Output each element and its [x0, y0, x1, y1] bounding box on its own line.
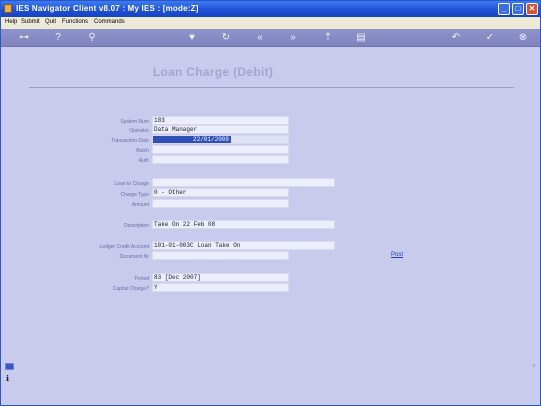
- page-title: Loan Charge (Debit): [152, 65, 274, 79]
- upload-icon[interactable]: ⇡: [321, 31, 335, 44]
- menu-quit[interactable]: Quit: [45, 19, 56, 25]
- minimize-icon: _: [501, 4, 507, 13]
- operator-field: Data Manager: [152, 125, 289, 134]
- description-input[interactable]: Take On 22 Feb 08: [152, 220, 335, 229]
- menu-bar: Help Submit Quit Functions Commands: [1, 17, 540, 29]
- form-area: Loan Charge (Debit) System Num 183 Opera…: [1, 47, 540, 405]
- title-bar: IES Navigator Client v8.07 : My IES : [m…: [1, 1, 540, 17]
- menu-help[interactable]: Help: [5, 19, 17, 25]
- info-icon[interactable]: ℹ: [6, 374, 9, 383]
- menu-submit[interactable]: Submit: [21, 19, 40, 25]
- back-icon[interactable]: ↶: [449, 31, 463, 44]
- window-title: IES Navigator Client v8.07 : My IES : [m…: [16, 4, 199, 13]
- title-divider: [29, 87, 514, 88]
- period-label: Period: [134, 276, 149, 282]
- search-icon[interactable]: ⚲: [85, 31, 99, 44]
- document-nr-input[interactable]: [152, 251, 289, 260]
- side-panel-button[interactable]: [5, 363, 14, 370]
- maximize-button[interactable]: □: [512, 3, 524, 15]
- description-label: Description: [123, 223, 149, 229]
- capital-charge-input[interactable]: Y: [152, 283, 289, 292]
- auth-input[interactable]: [152, 155, 289, 164]
- close-button[interactable]: ✕: [526, 3, 538, 15]
- transaction-date-label: Transaction Date: [111, 138, 149, 144]
- key-icon[interactable]: ⊶: [11, 31, 37, 44]
- loan-to-charge-label: Loan to Charge: [114, 181, 149, 187]
- maximize-icon: □: [515, 4, 521, 13]
- batch-label: Batch: [136, 148, 149, 154]
- system-num-label: System Num: [120, 119, 149, 125]
- cancel-icon[interactable]: ⊗: [516, 31, 530, 44]
- document-nr-label: Document Nr: [119, 254, 149, 260]
- system-num-field: 183: [152, 116, 289, 125]
- check-icon[interactable]: ✓: [483, 31, 497, 44]
- period-input[interactable]: 83 [Dec 2007]: [152, 273, 289, 282]
- batch-input[interactable]: [152, 145, 289, 154]
- transaction-date-value: 22/01/2008: [153, 136, 232, 143]
- help-icon[interactable]: ?: [51, 31, 65, 44]
- menu-commands[interactable]: Commands: [94, 19, 125, 25]
- minimize-button[interactable]: _: [498, 3, 510, 15]
- application-window: IES Navigator Client v8.07 : My IES : [m…: [0, 0, 541, 406]
- scroll-marker-icon: ›: [533, 363, 535, 369]
- charge-type-select[interactable]: 0 - Other: [152, 188, 289, 197]
- transaction-date-input[interactable]: 22/01/2008: [152, 135, 289, 144]
- ledger-credit-account-label: Ledger Credit Account: [99, 244, 149, 250]
- post-link[interactable]: Post: [391, 252, 403, 258]
- app-icon: [4, 4, 12, 13]
- ledger-credit-account-input[interactable]: 101-01-003C Loan Take On: [152, 241, 335, 250]
- amount-label: Amount: [131, 202, 149, 208]
- capital-charge-label: Capital Charge?: [112, 286, 149, 292]
- fast-forward-icon[interactable]: »: [286, 31, 300, 44]
- rewind-icon[interactable]: «: [253, 31, 267, 44]
- close-icon: ✕: [528, 4, 536, 13]
- heart-icon[interactable]: ♥: [185, 31, 199, 44]
- list-icon[interactable]: ▤: [354, 31, 368, 44]
- auth-label: Auth: [138, 158, 149, 164]
- refresh-icon[interactable]: ↻: [219, 31, 233, 44]
- menu-functions[interactable]: Functions: [62, 19, 88, 25]
- toolbar: ⊶ ? ⚲ ♥ ↻ « » ⇡ ▤ ↶ ✓ ⊗: [1, 29, 540, 47]
- charge-type-label: Charge Type: [120, 192, 149, 198]
- amount-input[interactable]: [152, 199, 289, 208]
- operator-label: Operator: [129, 128, 149, 134]
- loan-to-charge-input[interactable]: [152, 178, 335, 187]
